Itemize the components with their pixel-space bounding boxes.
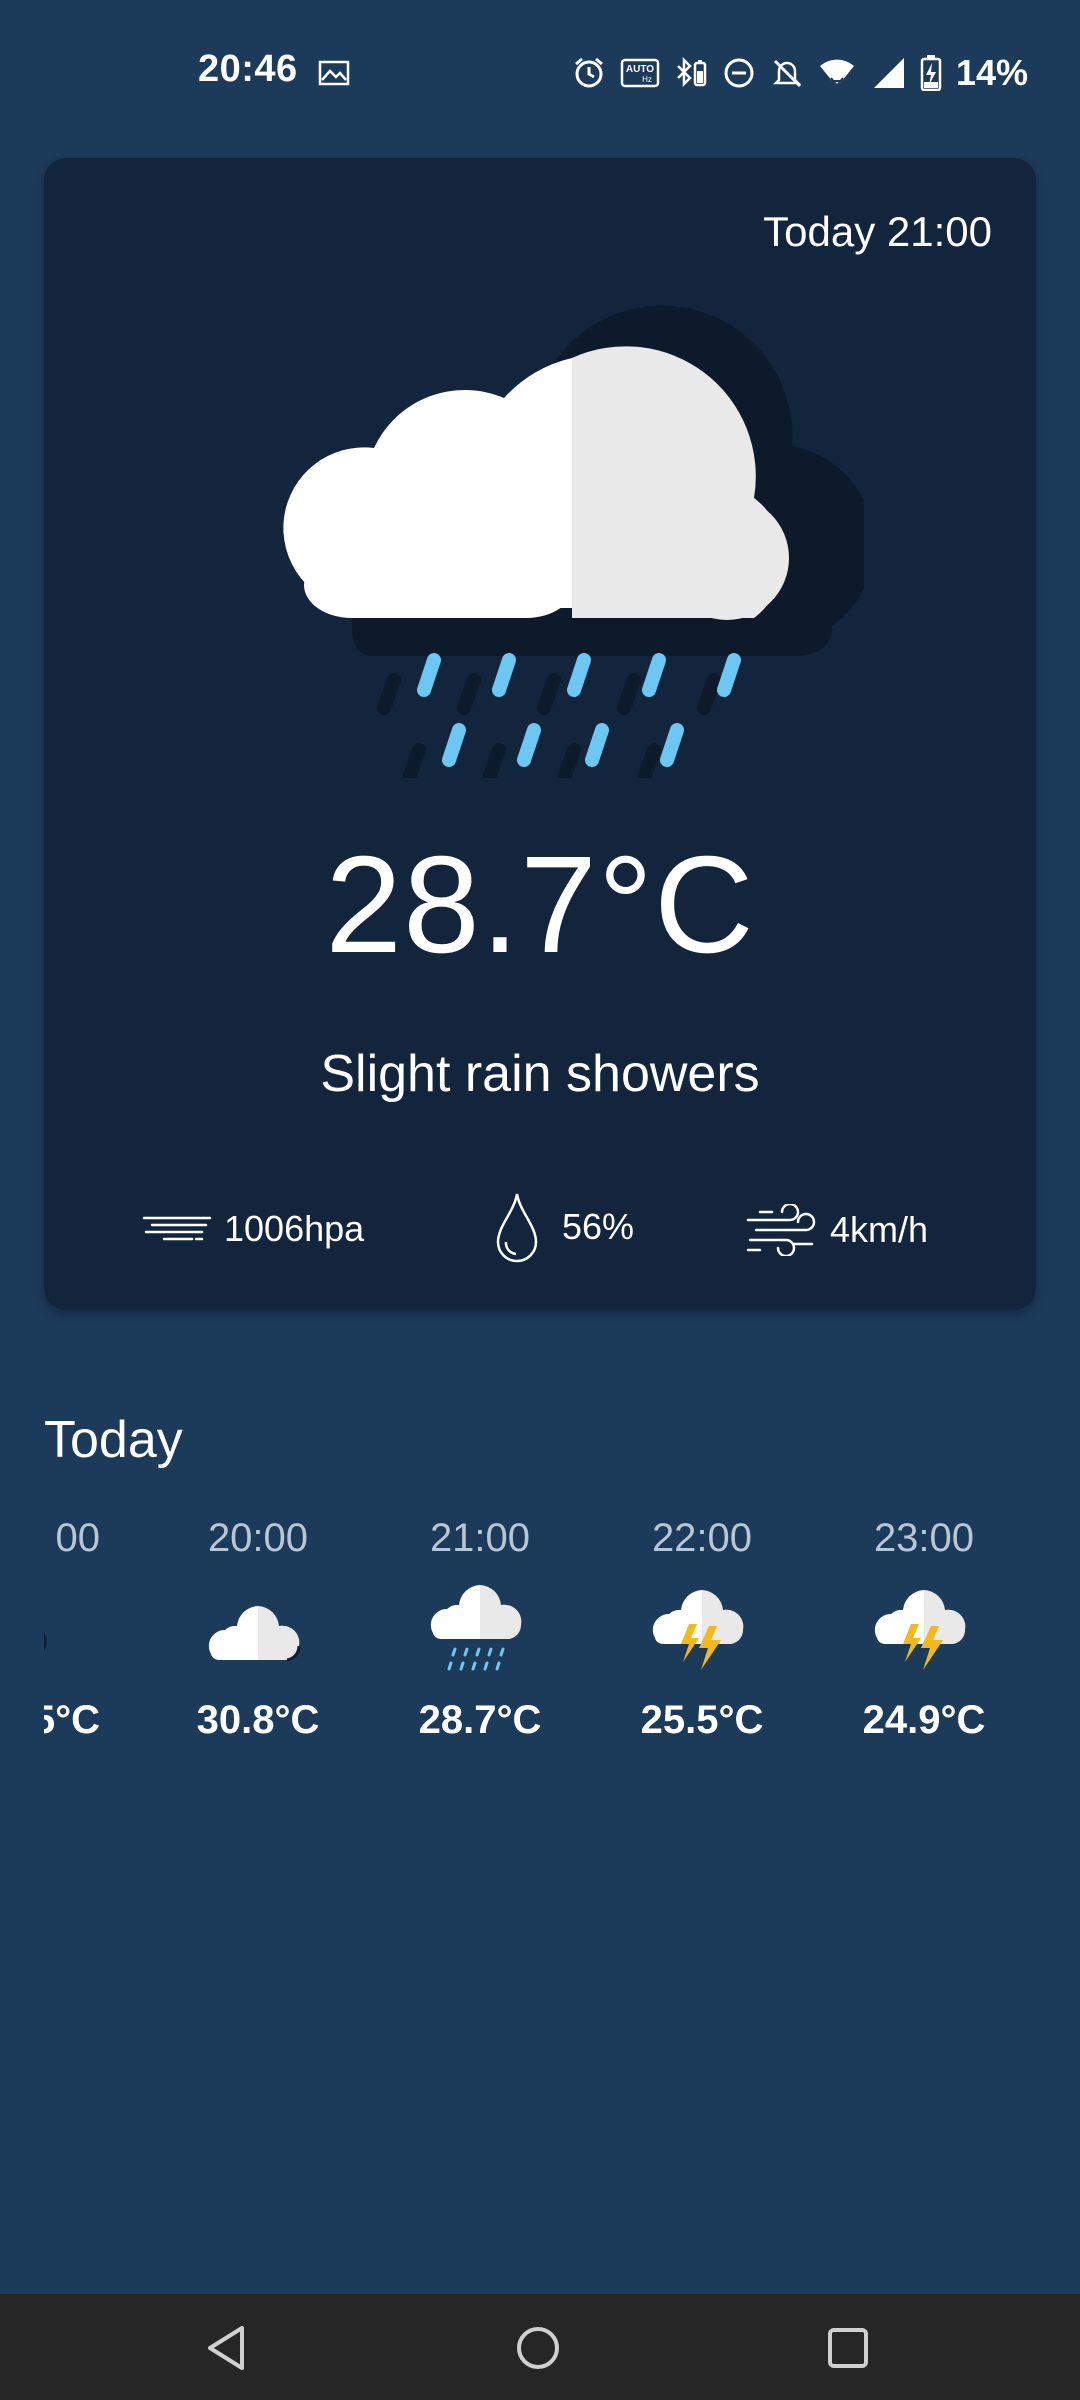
pressure-metric: 1006hpa [142,1208,364,1250]
recents-icon[interactable] [822,2322,874,2374]
hour-temperature: 24.9°C [862,1698,986,1742]
humidity-metric: 56% [494,1190,634,1264]
hour-time: 00 [55,1516,101,1560]
home-icon[interactable] [512,2322,564,2374]
auto-hz-icon: AUTO Hz [620,57,660,89]
pressure-value: 1006hpa [224,1208,365,1249]
hourly-forecast-list[interactable]: 00 5°C 20:00 30.8°C 21:00 28.7°C 22:00 2… [44,1510,1036,1810]
svg-text:Hz: Hz [642,75,652,84]
alarm-icon [572,56,606,90]
hour-temperature: 5°C [44,1698,100,1742]
status-icons: AUTO Hz 14% [572,52,1028,94]
current-weather-card[interactable]: Today 21:00 28.7°C Slight rain showers 1… [44,158,1036,1310]
wind-value: 4km/h [830,1209,929,1250]
cloud-lightning-icon [824,1566,1024,1696]
signal-icon [870,56,906,90]
pressure-icon [142,1212,212,1246]
navigation-bar [0,2294,1080,2400]
battery-charging-icon [920,55,942,91]
cloud-icon [44,1566,100,1696]
status-bar: 20:46 AUTO Hz 14% [0,0,1080,150]
hourly-item[interactable]: 21:00 28.7°C [380,1510,580,1743]
status-time: 20:46 [198,48,298,90]
hourly-item[interactable]: 20:00 30.8°C [158,1510,358,1743]
svg-text:AUTO: AUTO [626,64,654,75]
do-not-disturb-icon [722,56,756,90]
hour-time: 23:00 [873,1516,975,1560]
forecast-datetime: Today 21:00 [763,208,992,255]
hour-time: 20:00 [207,1516,309,1560]
hour-temperature: 30.8°C [196,1698,320,1742]
hour-time: 22:00 [651,1516,753,1560]
bluetooth-battery-icon [674,56,708,90]
wind-metric: 4km/h [746,1204,928,1256]
hour-temperature: 25.5°C [640,1698,764,1742]
cloud-lightning-icon [602,1566,802,1696]
cloud-icon [158,1566,358,1696]
image-icon [318,60,350,91]
hourly-item[interactable]: 22:00 25.5°C [602,1510,802,1743]
current-temperature: 28.7°C [325,828,755,982]
weather-metrics: 1006hpa 56% 4km/h [44,1193,1036,1278]
hour-time: 21:00 [429,1516,531,1560]
wind-icon [746,1204,818,1256]
wifi-icon [818,57,856,89]
back-icon[interactable] [200,2322,252,2374]
cloud-rain-icon [264,298,875,785]
humidity-value: 56% [562,1206,635,1247]
bell-off-icon [770,56,804,90]
hour-temperature: 28.7°C [418,1698,542,1742]
battery-percentage: 14% [955,52,1028,93]
droplet-icon [494,1190,540,1264]
hourly-item[interactable]: 00 5°C [44,1510,100,1743]
weather-description: Slight rain showers [320,1045,760,1103]
hourly-item[interactable]: 23:00 24.9°C [824,1510,1024,1743]
cloud-rain-icon [380,1566,580,1696]
today-section-title: Today [44,1411,183,1469]
